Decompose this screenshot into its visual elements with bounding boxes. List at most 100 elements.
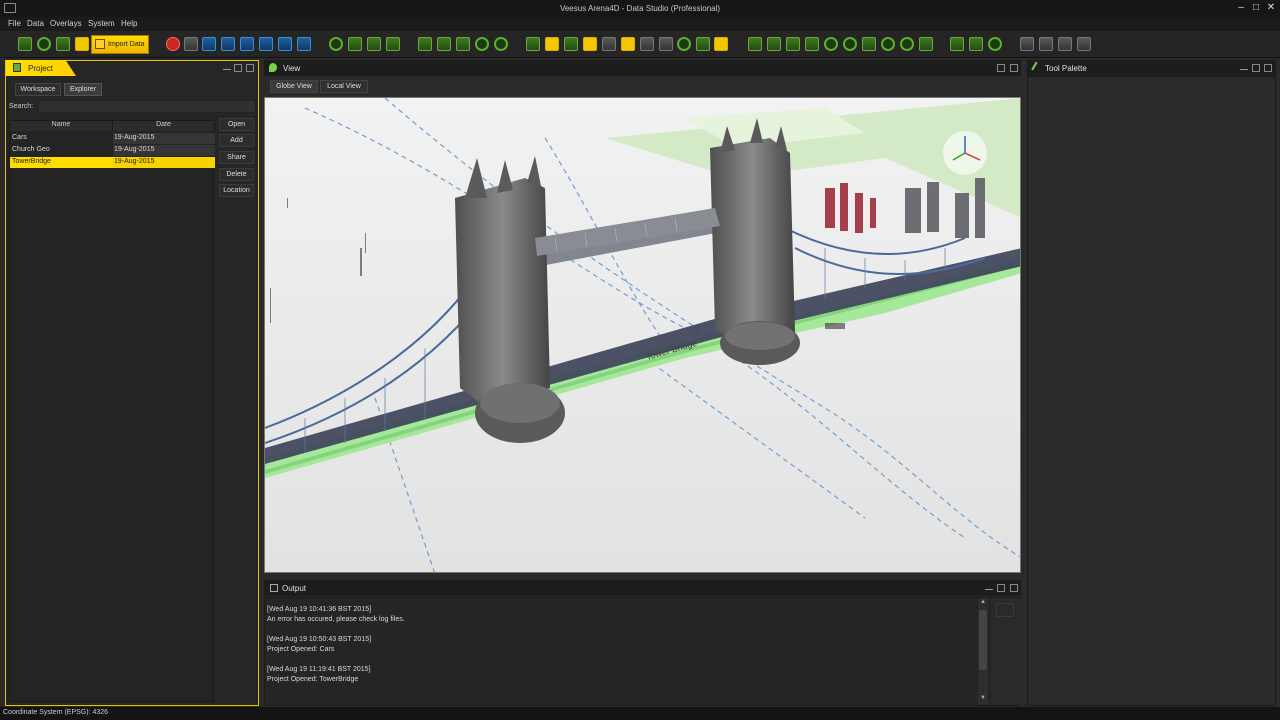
save-icon[interactable] (56, 37, 70, 51)
database-icon[interactable] (37, 37, 51, 51)
layout-1-icon[interactable] (1020, 37, 1034, 51)
tool-e-icon[interactable] (824, 37, 838, 51)
document-icon[interactable] (367, 37, 381, 51)
maximize-icon[interactable]: □ (1249, 1, 1263, 15)
arrow-up-icon[interactable] (950, 37, 964, 51)
close-icon[interactable]: ✕ (1264, 1, 1278, 15)
tool-palette-panel (1027, 76, 1276, 706)
scrollbar-thumb[interactable] (979, 610, 987, 670)
log-line: [Wed Aug 19 11:19:41 BST 2015] (267, 666, 371, 673)
tab-local-view[interactable]: Local View (320, 80, 368, 93)
tab-workspace[interactable]: Workspace (15, 83, 61, 96)
output-panel-header: Output (264, 580, 1021, 596)
view-float-icon[interactable] (997, 64, 1005, 72)
arrow-up-2-icon[interactable] (969, 37, 983, 51)
eye-icon[interactable] (862, 37, 876, 51)
output-minimize-icon[interactable] (985, 584, 993, 590)
columns-icon[interactable] (602, 37, 616, 51)
help-icon[interactable] (659, 37, 673, 51)
cloud-icon[interactable] (696, 37, 710, 51)
sun-icon[interactable] (621, 37, 635, 51)
palette-minimize-icon[interactable] (1240, 64, 1248, 70)
minimize-icon[interactable]: – (1234, 1, 1248, 15)
copy-icon[interactable] (221, 37, 235, 51)
location-button[interactable]: Location (219, 184, 254, 197)
row-name: Cars (12, 134, 27, 141)
table-row[interactable]: Cars 19-Aug-2015 (10, 133, 215, 144)
grid-icon[interactable] (437, 37, 451, 51)
zoom-icon[interactable] (640, 37, 654, 51)
target-icon[interactable] (494, 37, 508, 51)
window-title: Veesus Arena4D - Data Studio (Profession… (559, 4, 721, 13)
palette-float-icon[interactable] (1252, 64, 1260, 72)
column-header-date[interactable]: Date (113, 121, 215, 131)
wand-icon[interactable] (919, 37, 933, 51)
project-panel-tab[interactable]: Project (6, 60, 76, 76)
menu-file[interactable]: File (8, 19, 21, 28)
output-scrollbar[interactable]: ▲ ▼ (978, 598, 988, 705)
map-icon[interactable] (418, 37, 432, 51)
view-maximize-icon[interactable] (1010, 64, 1018, 72)
search-input[interactable] (38, 100, 256, 113)
tool-c-icon[interactable] (786, 37, 800, 51)
log-line: Project Opened: TowerBridge (267, 676, 359, 683)
clear-log-icon[interactable] (996, 603, 1014, 617)
pan-hand-icon[interactable] (1077, 37, 1091, 51)
panel-maximize-icon[interactable] (246, 64, 254, 72)
row-date: 19-Aug-2015 (114, 158, 155, 165)
bricks-icon[interactable] (583, 37, 597, 51)
panel-float-icon[interactable] (234, 64, 242, 72)
tool-b-icon[interactable] (767, 37, 781, 51)
open-folder-icon[interactable] (75, 37, 89, 51)
scroll-up-icon[interactable]: ▲ (979, 599, 987, 607)
undo-icon[interactable] (184, 37, 198, 51)
layout-3-icon[interactable] (1058, 37, 1072, 51)
table-row-selected[interactable]: TowerBridge 19-Aug-2015 (10, 157, 215, 168)
stop-icon[interactable] (166, 37, 180, 51)
add-button[interactable]: Add (219, 134, 254, 147)
new-project-icon[interactable] (18, 37, 32, 51)
3d-viewport[interactable]: Tower Bridge (264, 97, 1021, 573)
globe-icon[interactable] (677, 37, 691, 51)
column-header-name[interactable]: Name (10, 121, 113, 131)
reload-icon[interactable] (988, 37, 1002, 51)
profile-icon[interactable] (456, 37, 470, 51)
menu-system[interactable]: System (88, 19, 115, 28)
layers-icon[interactable] (348, 37, 362, 51)
table-row[interactable]: Church Geo 19-Aug-2015 (10, 145, 215, 156)
output-maximize-icon[interactable] (1010, 584, 1018, 592)
clock-icon[interactable] (475, 37, 489, 51)
panel-minimize-icon[interactable] (223, 64, 231, 70)
tool-d-icon[interactable] (805, 37, 819, 51)
tab-explorer[interactable]: Explorer (64, 83, 102, 96)
tool-f-icon[interactable] (843, 37, 857, 51)
refresh-icon[interactable] (202, 37, 216, 51)
delete-button[interactable]: Delete (219, 168, 254, 181)
print-icon[interactable] (240, 37, 254, 51)
row-date: 19-Aug-2015 (114, 134, 155, 141)
open-button[interactable]: Open (219, 118, 254, 131)
hand-icon[interactable] (545, 37, 559, 51)
pen-icon[interactable] (564, 37, 578, 51)
chart-icon[interactable] (526, 37, 540, 51)
menu-data[interactable]: Data (27, 19, 44, 28)
orbit-icon[interactable] (900, 37, 914, 51)
camera-icon[interactable] (259, 37, 273, 51)
menu-overlays[interactable]: Overlays (50, 19, 82, 28)
export-icon[interactable] (278, 37, 292, 51)
layout-2-icon[interactable] (1039, 37, 1053, 51)
scroll-down-icon[interactable]: ▼ (979, 695, 987, 703)
orientation-gizmo[interactable] (943, 131, 987, 175)
rotate-icon[interactable] (881, 37, 895, 51)
settings-icon[interactable] (297, 37, 311, 51)
menu-help[interactable]: Help (121, 19, 137, 28)
tool-a-icon[interactable] (748, 37, 762, 51)
palette-maximize-icon[interactable] (1264, 64, 1272, 72)
tab-globe-view[interactable]: Globe View (270, 80, 318, 93)
import-data-button[interactable]: Import Data (91, 35, 149, 54)
split-icon[interactable] (386, 37, 400, 51)
share-button[interactable]: Share (219, 151, 254, 164)
highlight-icon[interactable] (714, 37, 728, 51)
point-cloud-icon[interactable] (329, 37, 343, 51)
output-float-icon[interactable] (997, 584, 1005, 592)
